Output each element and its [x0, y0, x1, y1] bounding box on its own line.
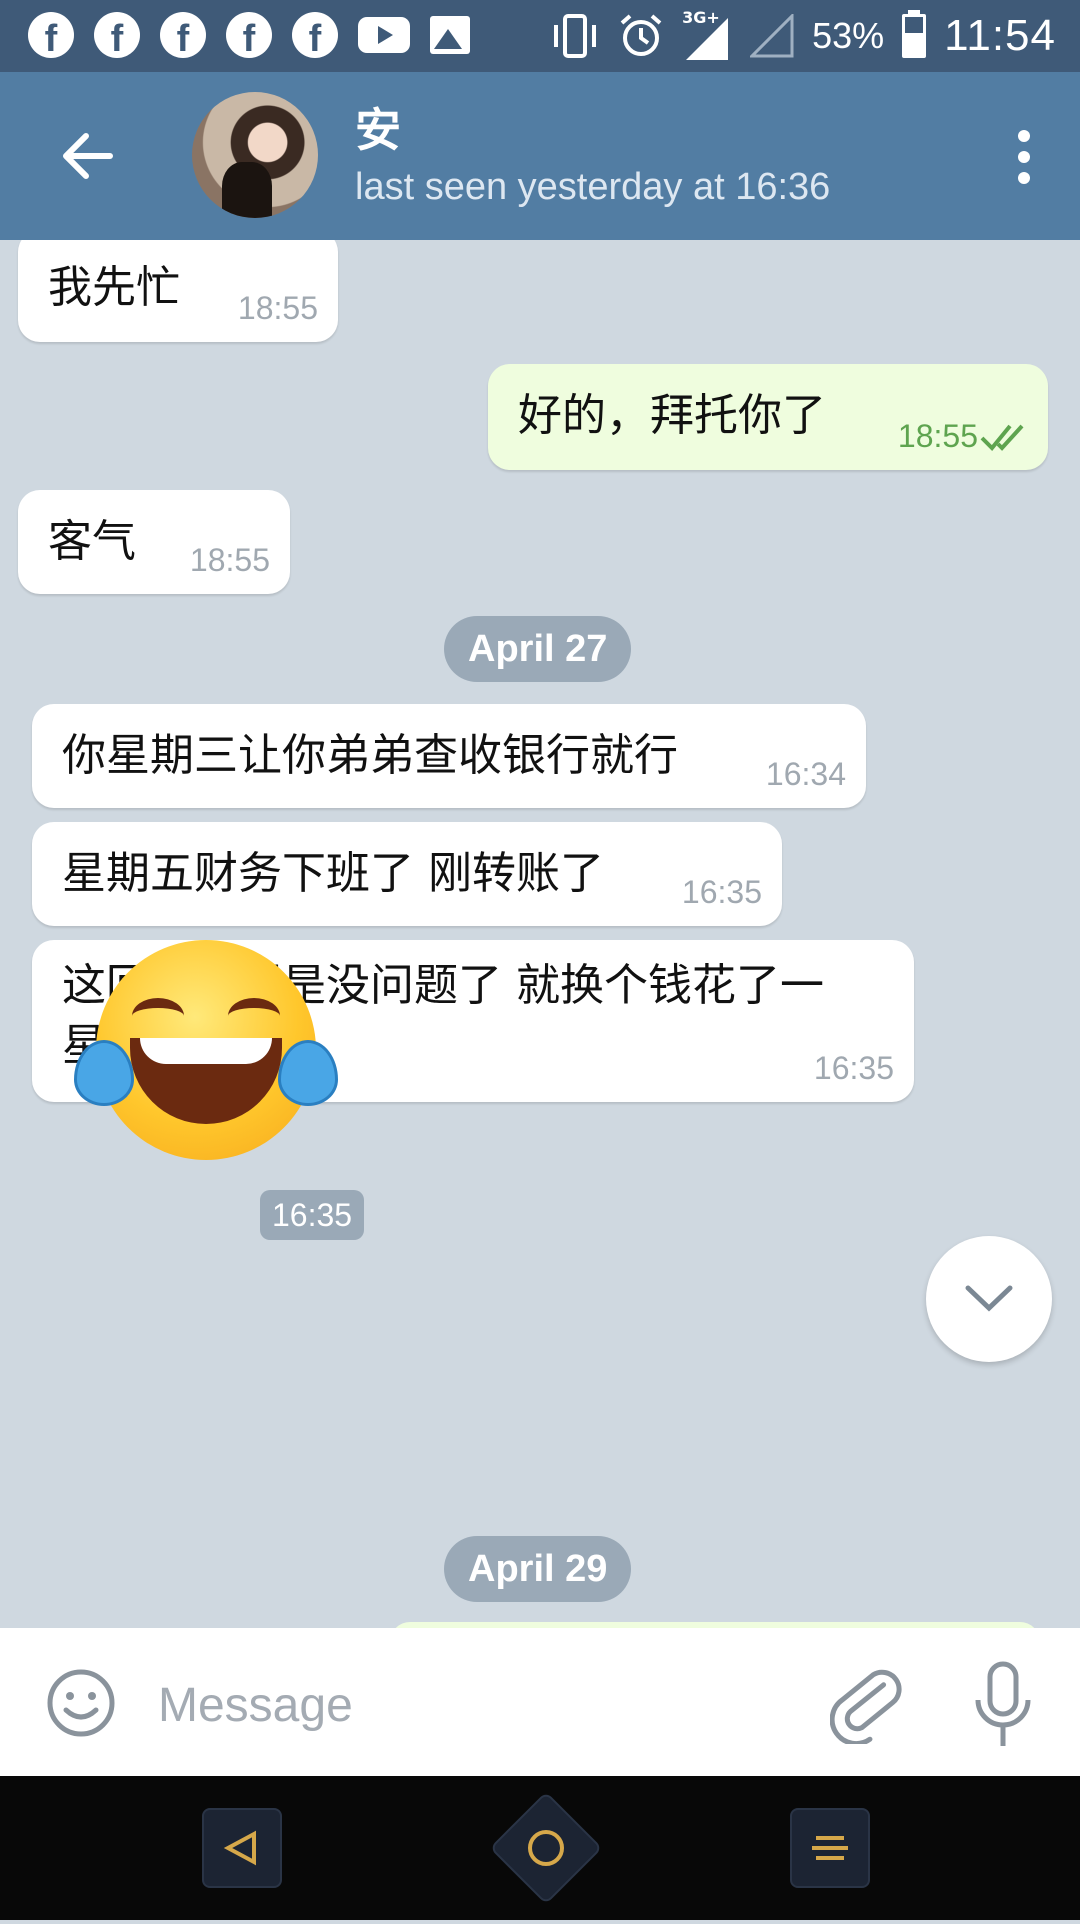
laughing-emoji-sticker[interactable]: [74, 940, 338, 1160]
message-text: 星期五财务下班了 刚转账了: [62, 848, 604, 899]
sticker-tear: [74, 1040, 134, 1106]
recents-icon: [812, 1836, 848, 1860]
notification-icons: f f f f f: [28, 12, 470, 58]
alarm-icon: [620, 14, 662, 56]
chevron-down-icon: [965, 1285, 1013, 1312]
vibrate-icon: [554, 14, 597, 58]
message-text: 你星期三让你弟弟查收银行就行: [62, 730, 678, 781]
facebook-icon: f: [94, 12, 140, 58]
message-bubble[interactable]: 你星期三让你弟弟查收银行就行 16:34: [32, 704, 866, 808]
message-time: 16:34: [765, 756, 846, 792]
voice-message-button[interactable]: [972, 1660, 1034, 1750]
message-time: 16:35: [681, 874, 762, 910]
message-time: 16:35: [813, 1050, 894, 1086]
attach-button[interactable]: [829, 1664, 902, 1747]
system-status: 3G+ 53% 11:54: [550, 0, 1056, 72]
avatar[interactable]: [192, 92, 318, 218]
signal-icon: [750, 14, 794, 58]
date-separator: April 27: [444, 616, 632, 682]
sticker-mouth: [130, 1038, 282, 1124]
gallery-icon: [430, 16, 470, 54]
mobile-signal-icon: 3G+: [682, 8, 732, 62]
clock: 11:54: [944, 11, 1056, 60]
facebook-icon: f: [28, 12, 74, 58]
battery-icon: [902, 10, 927, 58]
chat-header: 安 last seen yesterday at 16:36: [0, 72, 1080, 240]
chat-title[interactable]: 安: [355, 94, 401, 160]
message-composer: [0, 1628, 1080, 1776]
emoji-button[interactable]: [46, 1668, 116, 1738]
message-bubble[interactable]: 星期五财务下班了 刚转账了 16:35: [32, 822, 782, 926]
nav-back-button[interactable]: [202, 1808, 282, 1888]
message-bubble[interactable]: 我先忙 18:55: [18, 240, 338, 342]
youtube-icon: [358, 17, 410, 53]
message-time: 18:55: [189, 542, 270, 578]
date-separator: April 29: [444, 1536, 632, 1602]
message-bubble[interactable]: 客气 18:55: [18, 490, 290, 594]
smiley-icon: [47, 1669, 115, 1737]
arrow-left-icon: [63, 133, 113, 179]
message-input[interactable]: [156, 1664, 800, 1746]
more-options-button[interactable]: [1004, 122, 1044, 192]
read-checkmarks-icon: [980, 424, 1024, 451]
status-bar: f f f f f 3G+ 53% 11:54: [0, 0, 1080, 72]
sticker-eye: [228, 998, 280, 1034]
nav-recents-button[interactable]: [790, 1808, 870, 1888]
last-seen-status: last seen yesterday at 16:36: [355, 166, 831, 208]
triangle-back-icon: [223, 1830, 256, 1866]
facebook-icon: f: [160, 12, 206, 58]
message-bubble[interactable]: 好的，拜托你了 18:55: [488, 364, 1048, 470]
message-time: 18:55: [897, 418, 978, 454]
battery-percentage: 53%: [812, 15, 885, 56]
facebook-icon: f: [292, 12, 338, 58]
more-dot: [1018, 130, 1030, 142]
circle-home-icon: [528, 1830, 564, 1866]
navigation-bar: [0, 1776, 1080, 1920]
message-text: 我先忙: [48, 262, 180, 313]
microphone-icon: [975, 1661, 1031, 1746]
scroll-down-button[interactable]: [926, 1236, 1052, 1362]
sticker-time: 16:35: [260, 1190, 365, 1240]
message-text: 客气: [48, 516, 136, 567]
message-list[interactable]: 我先忙 18:55 好的，拜托你了 18:55 客气 18:55 April 2…: [0, 240, 1080, 1628]
paperclip-icon: [829, 1669, 902, 1747]
more-dot: [1018, 151, 1030, 163]
message-text: 好的，拜托你了: [518, 390, 826, 441]
sticker-eye: [132, 998, 184, 1034]
more-dot: [1018, 172, 1030, 184]
message-time: 18:55: [237, 290, 318, 326]
nav-home-button[interactable]: [489, 1791, 603, 1905]
back-button[interactable]: [52, 120, 124, 192]
facebook-icon: f: [226, 12, 272, 58]
